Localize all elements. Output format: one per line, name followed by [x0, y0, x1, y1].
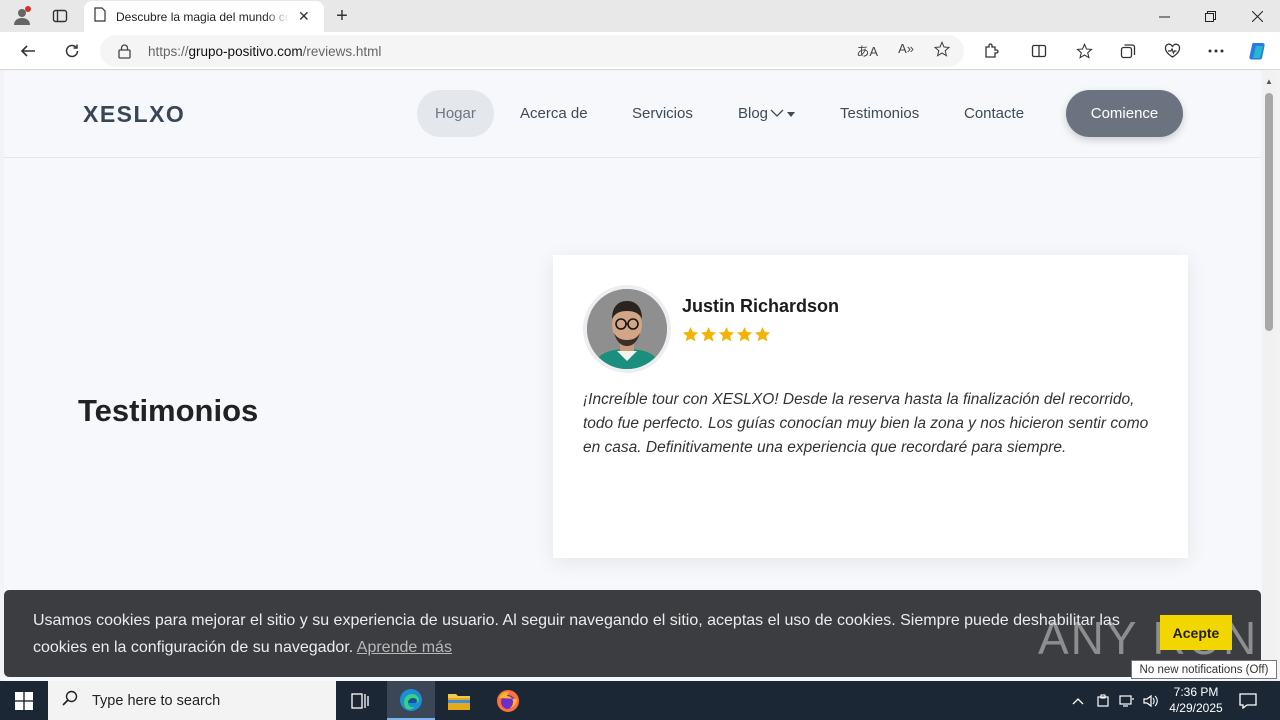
section-title: Testimonios — [78, 393, 259, 428]
page-scrollbar[interactable]: ▲ — [1262, 71, 1276, 681]
taskbar: Type here to search 7:36 PM 4/29/2025 — [0, 681, 1280, 720]
performance-icon[interactable] — [1157, 37, 1187, 65]
review-text: ¡Increíble tour con XESLXO! Desde la res… — [583, 391, 1149, 456]
collections-icon[interactable] — [1113, 37, 1143, 65]
nav-item-testimonios[interactable]: Testimonios — [840, 90, 919, 137]
favorites-icon[interactable] — [1069, 37, 1099, 65]
browser-tab-bar: Descubre la magia del mundo con XESLXO ✕… — [0, 0, 1280, 32]
notification-center-icon[interactable] — [1232, 681, 1264, 720]
cookie-banner: Usamos cookies para mejorar el sitio y s… — [4, 590, 1261, 677]
nav-item-blog[interactable]: Blog — [738, 90, 796, 137]
file-explorer-icon[interactable] — [435, 681, 483, 720]
task-view-icon[interactable] — [336, 681, 384, 720]
tab-actions-icon[interactable] — [47, 4, 73, 28]
learn-more-link[interactable]: Aprende más — [357, 639, 452, 656]
testimonial-card: Justin Richardson ¡Increíble tour con XE… — [553, 255, 1188, 558]
lock-icon[interactable] — [118, 43, 132, 59]
tray-overflow-icon[interactable] — [1068, 681, 1088, 720]
close-window-icon[interactable] — [1234, 0, 1280, 32]
url-text: https://grupo-positivo.com/reviews.html — [148, 43, 382, 59]
caret-down-icon — [787, 105, 796, 122]
copilot-icon[interactable] — [1243, 37, 1273, 65]
favorite-star-icon[interactable] — [933, 40, 951, 62]
profile-icon[interactable] — [9, 4, 35, 28]
clock-time: 7:36 PM — [1173, 685, 1219, 699]
tab-active[interactable]: Descubre la magia del mundo con XESLXO ✕ — [84, 1, 324, 32]
scroll-up-icon[interactable]: ▲ — [1264, 77, 1274, 86]
star-icon — [736, 326, 753, 348]
taskbar-search-input[interactable]: Type here to search — [48, 681, 336, 720]
tab-title: Descubre la magia del mundo con XESLXO — [116, 9, 290, 24]
new-tab-icon[interactable]: + — [330, 4, 354, 28]
translate-icon[interactable]: あA — [856, 41, 878, 62]
site-logo[interactable]: XESLXO — [83, 101, 185, 128]
address-bar-row: https://grupo-positivo.com/reviews.html … — [0, 32, 1280, 70]
web-page: XESLXO Hogar Acerca de Servicios Blog Te… — [4, 71, 1261, 681]
extensions-icon[interactable] — [976, 37, 1006, 65]
windows-start-icon[interactable] — [0, 681, 48, 720]
restore-icon[interactable] — [1187, 0, 1233, 32]
edge-taskbar-icon[interactable] — [387, 681, 435, 720]
system-clock[interactable]: 7:36 PM 4/29/2025 — [1160, 684, 1232, 716]
get-started-button[interactable]: Comience — [1066, 90, 1183, 137]
notification-tooltip: No new notifications (Off) — [1131, 660, 1277, 679]
close-tab-icon[interactable]: ✕ — [298, 8, 310, 25]
read-aloud-icon[interactable]: A» — [898, 41, 914, 62]
site-header: XESLXO Hogar Acerca de Servicios Blog Te… — [4, 71, 1261, 158]
star-icon — [718, 326, 735, 348]
nav-item-contacte[interactable]: Contacte — [964, 90, 1024, 137]
star-icon — [682, 326, 699, 348]
cookie-message: Usamos cookies para mejorar el sitio y s… — [33, 612, 1120, 656]
avatar — [583, 285, 671, 373]
search-icon — [62, 690, 78, 711]
search-placeholder: Type here to search — [92, 692, 221, 709]
device-icon[interactable] — [1093, 681, 1113, 720]
chevron-down-icon — [770, 105, 784, 122]
star-icon — [754, 326, 771, 348]
nav-item-servicios[interactable]: Servicios — [632, 90, 693, 137]
network-icon[interactable] — [1116, 681, 1138, 720]
volume-icon[interactable] — [1140, 681, 1162, 720]
minimize-icon[interactable] — [1141, 0, 1187, 32]
split-screen-icon[interactable] — [1024, 37, 1054, 65]
nav-item-acerca-de[interactable]: Acerca de — [520, 90, 588, 137]
url-field[interactable]: https://grupo-positivo.com/reviews.html … — [100, 35, 964, 67]
back-icon[interactable] — [13, 37, 43, 65]
firefox-icon[interactable] — [484, 681, 532, 720]
page-icon — [94, 6, 106, 27]
clock-date: 4/29/2025 — [1169, 701, 1223, 715]
more-menu-icon[interactable] — [1201, 37, 1231, 65]
scroll-thumb[interactable] — [1265, 93, 1273, 331]
nav-item-blog-label: Blog — [738, 105, 769, 122]
refresh-icon[interactable] — [57, 37, 87, 65]
rating-stars — [682, 326, 771, 348]
star-icon — [700, 326, 717, 348]
nav-item-hogar[interactable]: Hogar — [417, 90, 494, 137]
accept-cookies-button[interactable]: Acepte — [1160, 615, 1232, 650]
reviewer-name: Justin Richardson — [682, 296, 840, 316]
